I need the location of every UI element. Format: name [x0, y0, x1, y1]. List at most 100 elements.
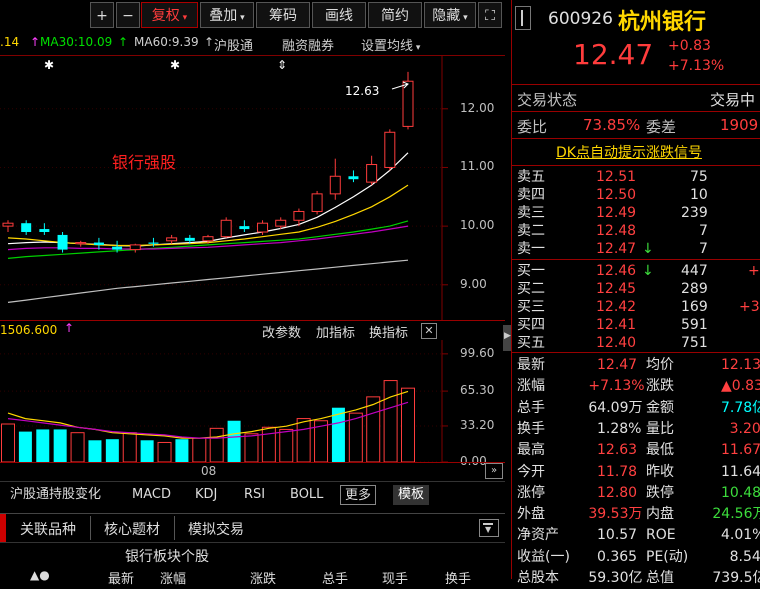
vol-ma-purple	[7, 401, 409, 439]
stat-row[interactable]: 总手 64.09万 金额 7.78亿	[512, 398, 760, 419]
status-label: 交易状态	[517, 91, 578, 109]
stat-value: 1.28%	[597, 420, 642, 437]
weibi-value: 73.85%	[583, 116, 641, 134]
dk-signal-link[interactable]: DK点自动提示涨跌信号	[556, 142, 702, 162]
stat-row[interactable]: 净资产 10.57 ROE 4.01%	[512, 525, 760, 546]
chouma-button[interactable]: 筹码	[256, 2, 310, 28]
volume-bar	[36, 429, 50, 462]
volume-bar	[105, 439, 119, 462]
candle-body	[239, 226, 250, 230]
col-pct[interactable]: 涨幅	[160, 568, 186, 587]
yincang-label: 隐藏	[432, 8, 461, 24]
col-volume[interactable]: 总手	[322, 568, 348, 587]
fuquan-dropdown[interactable]: 复权 ▾	[141, 2, 198, 28]
jiazhibiao-button[interactable]: 加指标	[316, 322, 355, 341]
stat-label: 涨停	[517, 484, 545, 501]
rzrq-link[interactable]: 融资融券	[282, 35, 334, 54]
stat-row[interactable]: 涨幅 +7.13% 涨跌 ▲0.83	[512, 376, 760, 397]
sell-row[interactable]: 卖一 12.47 7 ↓	[512, 239, 760, 260]
candle-body	[202, 236, 214, 242]
stat-value: 12.63	[597, 442, 638, 459]
weicha-value: 1909	[720, 116, 759, 134]
diejia-dropdown[interactable]: 叠加 ▾	[200, 2, 254, 28]
weibi-label: 委比	[517, 118, 548, 136]
stat-label: 外盘	[517, 506, 545, 523]
zoom-in-button[interactable]: +	[90, 2, 114, 28]
last-price: 12.47	[573, 38, 654, 71]
fuquan-label: 复权	[151, 8, 180, 24]
volume-bar	[279, 428, 294, 462]
huanzhibiao-button[interactable]: 换指标	[369, 322, 408, 341]
status-value: 交易中	[710, 91, 756, 109]
stat-value: 11.67	[721, 442, 760, 459]
tab-macd[interactable]: MACD	[132, 485, 171, 505]
stat-row[interactable]: 今开 11.78 昨收 11.64	[512, 462, 760, 483]
candle-body	[21, 223, 32, 232]
price-grid	[0, 108, 448, 286]
candle-body	[257, 222, 269, 233]
vol-ma-lines	[7, 390, 409, 439]
chevron-right-icon: ▶	[504, 331, 511, 341]
close-icon[interactable]: ✕	[421, 323, 437, 339]
ma-settings-dropdown[interactable]: 设置均线 ▾	[361, 35, 420, 54]
stat-row[interactable]: 涨停 12.80 跌停 10.48	[512, 483, 760, 504]
volume-bar	[157, 441, 172, 462]
tab-more[interactable]: 更多	[340, 485, 377, 505]
diejia-label: 叠加	[209, 8, 238, 24]
tab-hgt-change[interactable]: 沪股通持股变化	[10, 485, 101, 505]
divider	[512, 352, 760, 353]
fullscreen-button[interactable]: ⛶	[478, 2, 502, 28]
panel-toggle-icon[interactable]	[515, 6, 531, 30]
stat-label: 换手	[517, 420, 545, 437]
huaxian-button[interactable]: 画线	[312, 2, 366, 28]
candle-body	[275, 219, 287, 227]
sort-icon[interactable]: ▲●	[30, 568, 50, 582]
stat-row[interactable]: 收益(一) 0.365 PE(动) 8.54	[512, 547, 760, 568]
stat-row[interactable]: 外盘 39.53万 内盘 24.56万	[512, 504, 760, 525]
price-chart[interactable]	[0, 56, 505, 320]
minimize-icon[interactable]: ▼	[479, 519, 499, 537]
col-latest[interactable]: 最新	[108, 568, 134, 587]
double-chevron-right-icon[interactable]: »	[485, 463, 503, 479]
stat-value: 11.78	[597, 463, 638, 480]
stat-label: 涨幅	[517, 378, 545, 395]
tab-kdj[interactable]: KDJ	[195, 485, 217, 505]
stat-row[interactable]: 最高 12.63 最低 11.67	[512, 440, 760, 461]
divider	[0, 320, 505, 321]
col-turnover[interactable]: 换手	[445, 568, 471, 587]
zoom-out-button[interactable]: −	[116, 2, 140, 28]
stat-value: 10.57	[597, 527, 638, 544]
tab-core-theme[interactable]: 核心题材	[104, 519, 160, 539]
tab-sim-trade[interactable]: 模拟交易	[188, 519, 244, 539]
yincang-dropdown[interactable]: 隐藏 ▾	[424, 2, 476, 28]
stat-value: 11.64	[721, 463, 760, 480]
tab-rsi[interactable]: RSI	[244, 485, 265, 505]
jianyue-button[interactable]: 简约	[368, 2, 422, 28]
candle-body	[329, 175, 341, 195]
stat-value: ▲0.83	[721, 378, 760, 395]
volume-chart[interactable]	[0, 340, 505, 462]
buy-label: 买五	[517, 335, 545, 351]
tab-template[interactable]: 模板	[393, 485, 430, 505]
volume-bar	[366, 396, 381, 462]
chevron-down-icon: ▾	[179, 13, 188, 23]
volume-bar	[88, 440, 102, 462]
candle-body	[384, 131, 396, 168]
stat-row[interactable]: 最新 12.47 均价 12.13	[512, 355, 760, 376]
col-change[interactable]: 涨跌	[250, 568, 276, 587]
hgt-link[interactable]: 沪股通	[214, 35, 253, 54]
expand-icon: ⛶	[485, 8, 495, 24]
price-tick-label: 11.00	[460, 159, 495, 174]
sell-volume: 7	[699, 241, 708, 257]
tab-related[interactable]: 关联品种	[20, 519, 76, 539]
stat-value: 3.20	[729, 420, 760, 437]
col-cur-volume[interactable]: 现手	[382, 568, 408, 587]
stat-row[interactable]: 换手 1.28% 量比 3.20	[512, 419, 760, 440]
stat-label: 昨收	[646, 463, 674, 480]
tab-boll[interactable]: BOLL	[290, 485, 323, 505]
buy-row[interactable]: 买五 12.40 751	[512, 333, 760, 354]
gaicanshu-button[interactable]: 改参数	[262, 322, 301, 341]
sell-price: 12.47	[596, 241, 637, 257]
candle-body	[184, 237, 195, 241]
divider	[0, 462, 505, 463]
